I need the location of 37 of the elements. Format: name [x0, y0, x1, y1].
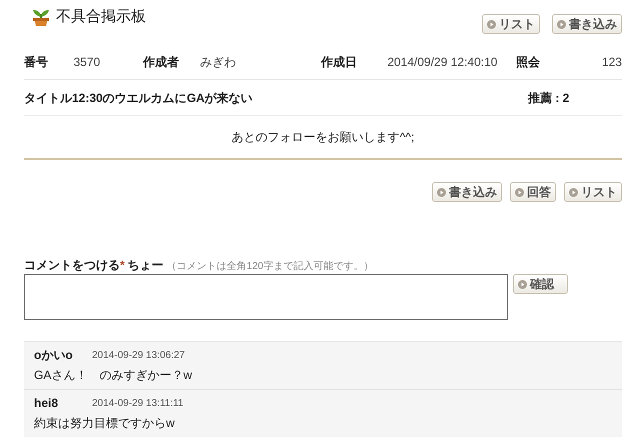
comment-time: 2014-09-29 13:06:27 — [92, 348, 185, 362]
comment-text: GAさん！ のみすぎかー？w — [34, 367, 194, 384]
field-label: 番号 — [24, 54, 49, 70]
required-mark: * — [120, 257, 125, 274]
comment-input[interactable] — [24, 274, 508, 320]
sprout-pot-icon — [32, 7, 50, 28]
button[interactable]: 書き込み — [432, 182, 502, 202]
comment-text: 約束は努力目標ですからw — [34, 415, 176, 432]
button[interactable]: リスト — [564, 182, 622, 202]
comment-label: コメントをつける — [24, 257, 120, 274]
post-body: あとのフォローをお願いします^^; — [24, 116, 622, 160]
field-value: みぎわ — [200, 54, 238, 70]
post-title: 12:30のウエルカムにGAが来ない — [72, 90, 254, 106]
bullet-icon — [515, 188, 524, 196]
bullet-icon — [518, 280, 527, 288]
field-label: 作成者 — [142, 54, 180, 70]
field-label: タイトル — [24, 90, 72, 106]
field-label: 照会 — [516, 54, 542, 70]
comment-hint: （コメントは全角120字まで記入可能です。） — [166, 260, 374, 274]
field-value: 3570 — [74, 54, 102, 70]
field-value: 2014/09/29 12:40:10 — [387, 54, 498, 70]
button[interactable]: 確認 — [513, 274, 568, 294]
comment-author: hei8 — [34, 395, 60, 412]
bullet-icon — [487, 20, 496, 28]
button[interactable]: 書き込み — [552, 14, 622, 34]
bullet-icon — [437, 188, 446, 196]
user-name: ちょー — [128, 257, 164, 274]
comment-time: 2014-09-29 13:11:11 — [92, 396, 184, 410]
comment-author: oかいo — [34, 347, 74, 364]
field-label: 作成日 — [321, 54, 358, 70]
bullet-icon — [569, 188, 578, 196]
button[interactable]: リスト — [482, 14, 540, 34]
recommend-count: 推薦 : 2 — [528, 90, 570, 106]
board-title: 不具合掲示板 — [56, 7, 146, 27]
field-value: 123 — [600, 54, 622, 70]
button[interactable]: 回答 — [510, 182, 556, 202]
bullet-icon — [557, 20, 566, 28]
